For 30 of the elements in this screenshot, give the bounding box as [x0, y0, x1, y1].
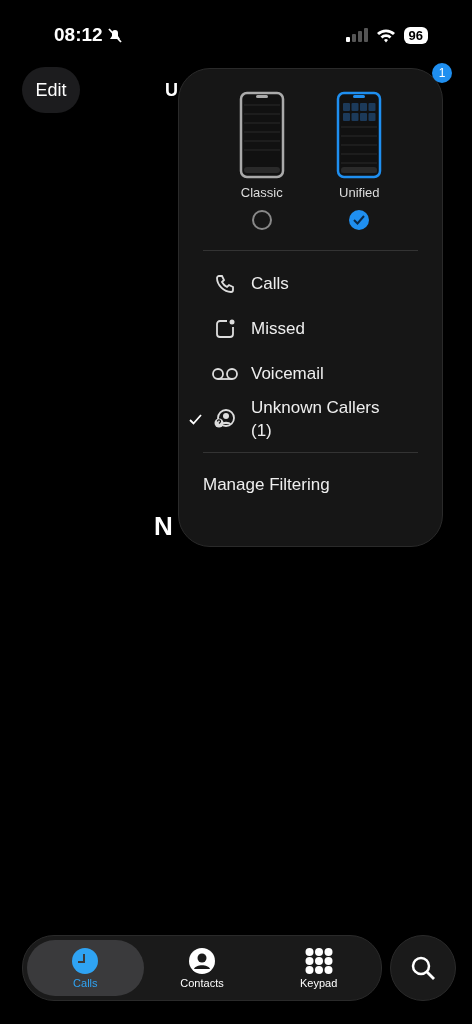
layout-label: Unified: [339, 185, 380, 200]
phone-icon: [215, 273, 235, 294]
filter-option[interactable]: Unknown Callers (1): [251, 396, 401, 442]
checkmark-icon: [353, 215, 366, 225]
signal-icon: [345, 28, 368, 42]
notification-badge: 1: [432, 63, 452, 83]
filter-option[interactable]: Voicemail: [251, 362, 324, 385]
screen-title: U: [165, 79, 178, 101]
empty-state-title: N: [154, 511, 174, 542]
radio-button[interactable]: [251, 210, 272, 230]
tab[interactable]: Calls: [27, 940, 144, 996]
checkmark-icon: [189, 413, 202, 425]
missed-call-icon: [215, 318, 235, 339]
search-icon: [410, 955, 436, 981]
radio-button[interactable]: [349, 210, 370, 230]
wifi-icon: [375, 27, 396, 43]
filter-option[interactable]: Missed: [251, 317, 305, 340]
clock-icon: [72, 947, 99, 974]
tab[interactable]: Contacts: [143, 940, 261, 996]
clock-time: 08:12: [54, 24, 103, 46]
manage-filtering-link[interactable]: Manage Filtering: [203, 475, 330, 495]
voicemail-icon: [211, 366, 239, 381]
keypad-icon: [304, 947, 333, 974]
layout-label: Classic: [240, 185, 283, 200]
unknown-caller-icon: [214, 409, 236, 429]
edit-button[interactable]: Edit: [22, 67, 80, 113]
tab[interactable]: Keypad: [260, 940, 377, 996]
filter-option[interactable]: Calls: [251, 272, 289, 295]
person-icon: [189, 947, 215, 974]
battery-level: 96: [403, 26, 428, 44]
